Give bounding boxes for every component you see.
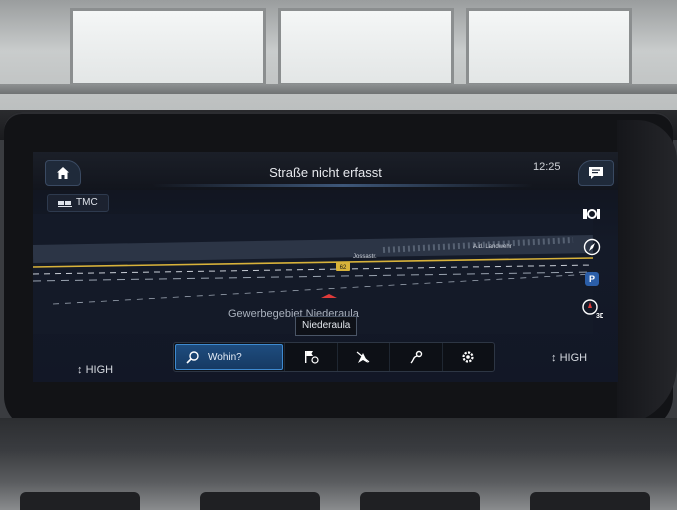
poi-icon — [583, 209, 600, 219]
climate-right[interactable]: ↕ HIGH — [551, 352, 587, 364]
traffic-icon — [58, 201, 72, 207]
street-label: A.d. Landwehr — [473, 244, 512, 250]
display-bezel-edge — [617, 120, 677, 425]
top-bar-glow — [153, 184, 533, 187]
where-to-label: Wohin? — [208, 351, 242, 363]
parking-icon: P — [585, 272, 599, 286]
tmc-traffic-button[interactable]: TMC — [47, 194, 109, 212]
clock: 12:25 — [533, 161, 561, 173]
dashboard-lower — [0, 418, 677, 510]
navigation-screen: Straße nicht erfasst 12:25 TMC 62 Jossas… — [33, 152, 618, 382]
garage-window — [70, 8, 266, 86]
view-3d-label: 3D — [596, 313, 603, 320]
destination-flag-icon — [304, 351, 319, 364]
messages-button[interactable] — [578, 160, 614, 186]
air-vent — [20, 492, 140, 510]
climate-arrow-icon: ↕ — [551, 352, 560, 364]
settings-icon — [462, 351, 474, 363]
where-to-button[interactable]: Wohin? — [175, 344, 283, 370]
mute-guidance-icon — [356, 351, 370, 363]
climate-right-label: HIGH — [559, 352, 588, 364]
air-vent — [200, 492, 320, 510]
route-icon — [410, 350, 422, 364]
poi-button[interactable] — [581, 202, 603, 224]
route-button[interactable] — [389, 343, 442, 371]
search-icon — [186, 351, 199, 364]
street-label: Jossastr. — [353, 254, 377, 260]
garage-rail — [0, 84, 677, 94]
climate-left-label: HIGH — [85, 364, 114, 376]
destination-button[interactable] — [284, 343, 337, 371]
message-icon — [589, 167, 603, 179]
place-tag: Niederaula — [295, 316, 358, 336]
air-vent — [360, 492, 480, 510]
view-3d-button[interactable]: 3D — [581, 298, 603, 320]
route-shield-number: 62 — [340, 265, 347, 271]
garage-window — [278, 8, 454, 86]
compass-icon — [583, 238, 601, 256]
settings-button[interactable] — [441, 343, 495, 371]
tmc-label: TMC — [76, 197, 98, 208]
garage-window — [466, 8, 632, 86]
mute-guidance-button[interactable] — [336, 343, 390, 371]
air-vent — [530, 492, 650, 510]
3d-view-icon: 3D — [582, 299, 603, 320]
parking-button[interactable]: P — [581, 268, 603, 290]
compass-button[interactable] — [581, 236, 603, 258]
climate-arrow-icon: ↕ — [77, 364, 86, 376]
climate-left[interactable]: ↕ HIGH — [77, 364, 113, 376]
bottom-menu: Wohin? — [173, 342, 495, 372]
garage-background — [0, 0, 677, 128]
page-title: Straße nicht erfasst — [269, 165, 382, 180]
